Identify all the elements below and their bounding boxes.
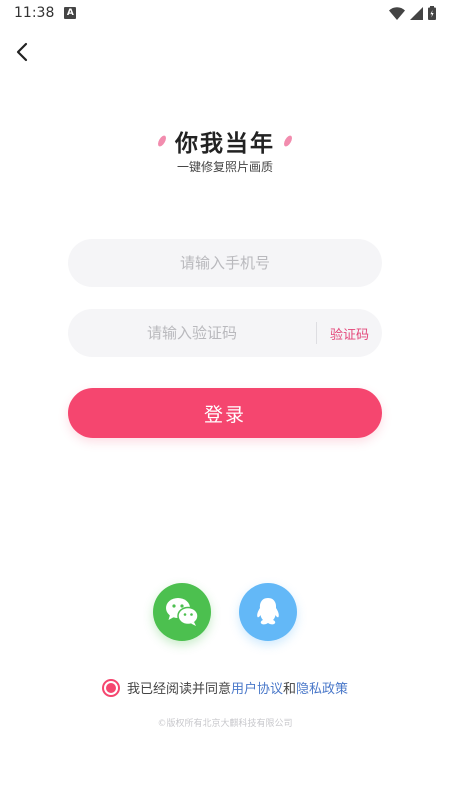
agreement-conjunction: 和	[283, 682, 297, 697]
get-code-button[interactable]: 验证码	[317, 324, 382, 343]
agreement-checkbox-dot	[105, 682, 116, 693]
wifi-icon	[389, 6, 405, 20]
user-agreement-link[interactable]: 用户协议	[231, 682, 283, 697]
phone-input[interactable]	[68, 239, 382, 287]
verification-code-input[interactable]	[68, 309, 316, 357]
status-bar: 11:38 A	[0, 0, 450, 26]
privacy-policy-link[interactable]: 隐私政策	[296, 682, 348, 697]
notification-icon: A	[64, 7, 77, 19]
petal-left-icon	[158, 135, 166, 147]
petal-right-icon	[284, 135, 292, 147]
agreement-text: 我已经阅读并同意用户协议和隐私政策	[127, 678, 348, 697]
copyright-text: ©版权所有北京大麒科技有限公司	[157, 719, 293, 729]
status-icons	[389, 6, 436, 20]
battery-icon	[428, 6, 436, 20]
chevron-left-icon	[16, 42, 28, 62]
agreement-prefix: 我已经阅读并同意	[126, 682, 231, 697]
qq-login-button[interactable]	[239, 583, 297, 641]
status-time: 11:38	[14, 5, 55, 21]
brand-title-row: 你我当年	[0, 124, 450, 158]
login-button[interactable]: 登录	[68, 388, 382, 438]
status-left: 11:38 A	[14, 5, 77, 21]
agreement-row: 我已经阅读并同意用户协议和隐私政策	[0, 678, 450, 697]
wechat-icon	[166, 598, 199, 626]
qq-icon	[257, 598, 279, 625]
app-subtitle: 一键修复照片画质	[176, 160, 273, 174]
signal-icon	[410, 6, 423, 20]
login-screen: 11:38 A 你我当年 一键修复照片画质 请输入手机号 请输入验证码 验证码 …	[0, 0, 450, 800]
wechat-login-button[interactable]	[153, 583, 211, 641]
agreement-checkbox[interactable]	[101, 678, 120, 697]
back-button[interactable]	[10, 40, 34, 64]
phone-field	[68, 239, 382, 287]
app-title: 你我当年	[175, 131, 275, 157]
verification-code-field: 验证码	[68, 309, 382, 357]
